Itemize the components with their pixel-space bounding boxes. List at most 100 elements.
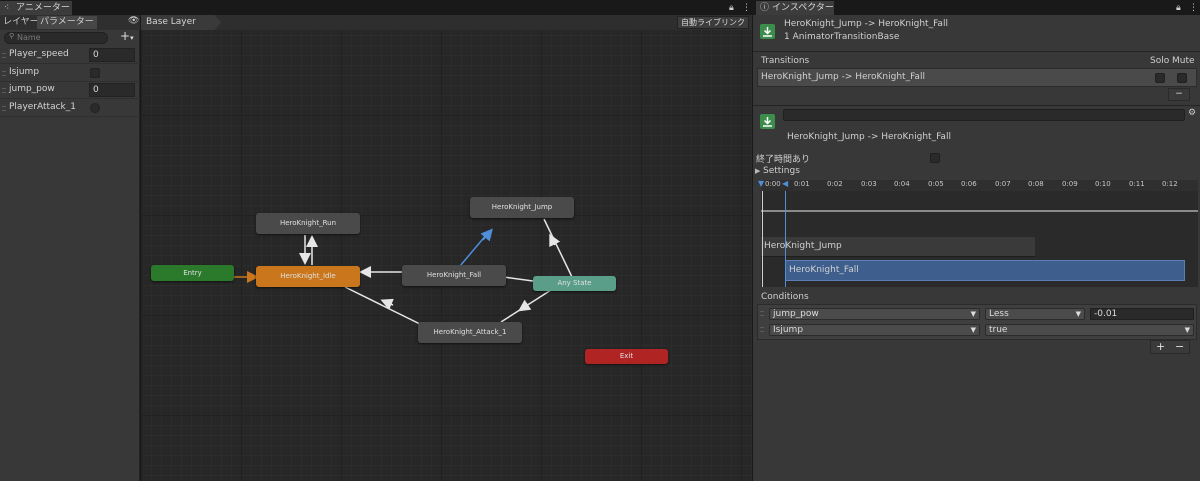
transition-name: HeroKnight_Jump -> HeroKnight_Fall: [787, 132, 951, 142]
timeline-start-marker-icon[interactable]: ▼: [758, 179, 764, 188]
transition-any-attack-arrowhead: [518, 299, 532, 312]
condition-value-field[interactable]: -0.01: [1090, 308, 1194, 320]
state-node-entry[interactable]: Entry: [151, 265, 234, 281]
drag-handle-icon[interactable]: [760, 311, 764, 316]
transitions-label: Transitions: [761, 56, 810, 66]
condition-row[interactable]: jump_pow ▼ Less ▼ -0.01: [758, 307, 1198, 321]
add-parameter-button[interactable]: +▾: [120, 29, 134, 43]
inspector-tab-label: インスペクター: [772, 3, 834, 13]
search-placeholder: Name: [17, 33, 41, 42]
state-machine-graph[interactable]: Base Layer 自動ライブリンク HeroKnight_Run HeroK…: [141, 15, 752, 481]
param-row[interactable]: jump_pow 0: [0, 82, 140, 99]
inspector-header-subtitle: 1 AnimatorTransitionBase: [784, 32, 900, 42]
solo-label: Solo: [1150, 56, 1170, 66]
divider: [753, 51, 1200, 52]
timeline-tick: 0:05: [928, 180, 944, 188]
state-node-idle-default[interactable]: HeroKnight_Idle: [256, 266, 360, 287]
drag-handle-icon[interactable]: [2, 53, 6, 58]
transition-idle-attack[interactable]: [344, 286, 427, 328]
timeline-tick: 0:10: [1095, 180, 1111, 188]
state-node-run[interactable]: HeroKnight_Run: [256, 213, 360, 234]
transition-icon: [760, 24, 775, 39]
drag-handle-icon[interactable]: [2, 88, 6, 93]
chevron-down-icon: ▾: [130, 34, 134, 42]
timeline-from-clip[interactable]: HeroKnight_Jump: [761, 237, 1035, 257]
condition-row[interactable]: Isjump ▼ true ▼: [758, 323, 1198, 337]
timeline-curve: [761, 210, 1198, 212]
parameters-panel: レイヤー パラメーター 👁︎ ⚲ Name +▾ Player_speed 0 …: [0, 15, 140, 481]
inspector-lock-icon[interactable]: 🔒︎: [1176, 1, 1181, 15]
remove-condition-button[interactable]: −: [1175, 340, 1184, 353]
timeline-from-label: HeroKnight_Jump: [764, 241, 842, 251]
settings-gear-icon[interactable]: ⚙: [1188, 108, 1196, 118]
drag-handle-icon[interactable]: [2, 71, 6, 76]
more-menu-icon[interactable]: ⋮: [742, 1, 751, 15]
state-node-exit[interactable]: Exit: [585, 349, 668, 364]
inspector-tab[interactable]: ⓘ インスペクター: [756, 1, 834, 15]
timeline-end-marker-icon[interactable]: ◀: [782, 179, 788, 188]
drag-handle-icon[interactable]: [2, 106, 6, 111]
remove-transition-button[interactable]: −: [1168, 88, 1190, 101]
transition-list-row[interactable]: HeroKnight_Jump -> HeroKnight_Fall: [757, 68, 1197, 87]
timeline-tick: 0:01: [794, 180, 810, 188]
conditions-list: jump_pow ▼ Less ▼ -0.01 Isjump ▼ true ▼: [757, 304, 1197, 340]
divider: [753, 105, 1200, 106]
param-float-field[interactable]: 0: [89, 48, 135, 62]
transition-icon-glyph: [763, 27, 772, 37]
transition-icon-glyph: [763, 117, 772, 127]
transition-jump-fall-selected[interactable]: [459, 233, 488, 267]
search-input[interactable]: ⚲ Name: [4, 32, 108, 44]
condition-param-dropdown[interactable]: jump_pow ▼: [769, 308, 980, 320]
condition-mode: true: [989, 325, 1008, 335]
chevron-down-icon: ▼: [970, 310, 976, 318]
animator-tab[interactable]: ⁖ アニメーター: [0, 1, 72, 15]
transition-end-line: [785, 191, 786, 287]
timeline-tick: 0:00: [765, 180, 781, 188]
state-node-fall[interactable]: HeroKnight_Fall: [402, 265, 506, 286]
inspector-more-icon[interactable]: ⋮: [1189, 1, 1198, 15]
settings-foldout[interactable]: Settings: [763, 166, 800, 176]
timeline-tick: 0:09: [1062, 180, 1078, 188]
drag-handle-icon[interactable]: [760, 327, 764, 332]
condition-mode-dropdown[interactable]: true ▼: [985, 324, 1194, 336]
lock-icon[interactable]: 🔒︎: [729, 1, 734, 15]
timeline-to-clip[interactable]: HeroKnight_Fall: [785, 260, 1185, 281]
animator-icon: ⁖: [4, 3, 10, 13]
chevron-down-icon: ▼: [1184, 326, 1190, 334]
conditions-label: Conditions: [761, 292, 809, 302]
timeline-area[interactable]: HeroKnight_Jump HeroKnight_Fall: [761, 191, 1198, 287]
param-bool-checkbox[interactable]: [90, 68, 100, 78]
param-row[interactable]: Isjump: [0, 65, 140, 82]
transition-idle-attack-arrowhead: [380, 298, 394, 310]
condition-param-dropdown[interactable]: Isjump ▼: [769, 324, 980, 336]
eye-icon[interactable]: 👁︎: [128, 16, 139, 26]
param-row[interactable]: PlayerAttack_1: [0, 100, 140, 117]
state-node-attack[interactable]: HeroKnight_Attack_1: [418, 322, 522, 343]
timeline-tick: 0:04: [894, 180, 910, 188]
search-icon: ⚲: [9, 32, 15, 40]
transition-any-jump[interactable]: [543, 218, 573, 278]
add-condition-button[interactable]: +: [1156, 340, 1165, 353]
condition-param: Isjump: [773, 325, 804, 335]
inspector-panel: HeroKnight_Jump -> HeroKnight_Fall 1 Ani…: [753, 15, 1200, 481]
param-row[interactable]: Player_speed 0: [0, 47, 140, 64]
settings-foldout-arrow-icon[interactable]: ▶: [755, 167, 760, 175]
has-exit-time-checkbox[interactable]: [930, 153, 940, 163]
param-trigger-radio[interactable]: [90, 103, 100, 113]
timeline-tick: 0:11: [1129, 180, 1145, 188]
tab-parameters[interactable]: パラメーター: [37, 16, 97, 29]
state-node-any-state[interactable]: Any State: [533, 276, 616, 291]
param-float-field[interactable]: 0: [89, 83, 135, 97]
timeline-tick: 0:03: [861, 180, 877, 188]
param-name: Player_speed: [9, 49, 69, 59]
transition-name-field[interactable]: [783, 109, 1185, 121]
condition-param: jump_pow: [773, 309, 819, 319]
solo-checkbox[interactable]: [1155, 73, 1165, 83]
timeline-ruler[interactable]: 0:00 0:01 0:02 0:03 0:04 0:05 0:06 0:07 …: [761, 180, 1198, 191]
inspector-header-title: HeroKnight_Jump -> HeroKnight_Fall: [784, 19, 948, 29]
transition-start-line: [762, 191, 763, 287]
mute-checkbox[interactable]: [1177, 73, 1187, 83]
tab-layers[interactable]: レイヤー: [0, 16, 42, 29]
condition-mode-dropdown[interactable]: Less ▼: [985, 308, 1085, 320]
state-node-jump[interactable]: HeroKnight_Jump: [470, 197, 574, 218]
